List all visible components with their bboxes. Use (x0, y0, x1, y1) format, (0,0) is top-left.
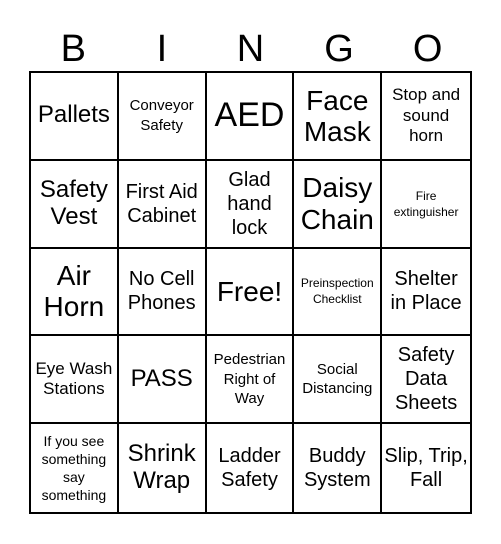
bingo-cell-label: Shrink Wrap (127, 440, 196, 495)
bingo-card: Pallets Conveyor Safety AED Face Mask Stop a… (29, 71, 472, 514)
bingo-cell-label: Face Mask (303, 84, 371, 147)
bingo-cell-label: Glad hand lock (227, 168, 272, 239)
bingo-cell[interactable]: Safety Data Sheets (382, 336, 470, 425)
bingo-cell-label: Daisy Chain (300, 172, 374, 235)
bingo-cell-label: Social Distancing (302, 360, 373, 398)
bingo-cell-label: Safety Vest (39, 175, 108, 230)
bingo-cell-label: Slip, Trip, Fall (384, 445, 468, 492)
bingo-cell[interactable]: Pallets (31, 73, 119, 161)
bingo-cell[interactable]: Ladder Safety (207, 424, 295, 512)
bingo-cell[interactable]: Face Mask (294, 73, 383, 161)
bingo-cell[interactable]: First Aid Cabinet (118, 160, 207, 249)
bingo-cell-label: Conveyor Safety (129, 97, 194, 134)
bingo-cell[interactable]: Shelter in Place (382, 249, 470, 337)
bingo-cell[interactable]: PASS (118, 336, 207, 425)
bingo-cell[interactable]: Preinspection Checklist (294, 248, 383, 337)
bingo-cell[interactable]: Eye Wash Stations (31, 336, 119, 425)
bingo-cell-label: Ladder Safety (218, 445, 281, 492)
bingo-cell-label: First Aid Cabinet (125, 180, 198, 227)
bingo-cell[interactable]: Shrink Wrap (119, 424, 207, 512)
bingo-cell[interactable]: No Cell Phones (118, 248, 207, 337)
bingo-cell[interactable]: Fire extinguisher (382, 161, 470, 249)
bingo-cell-label: Stop and sound horn (392, 85, 461, 146)
header-letter-n: N (236, 28, 265, 70)
bingo-cell-label: Fire extinguisher (393, 188, 459, 219)
bingo-cell[interactable]: Pedestrian Right of Way (206, 336, 295, 425)
header-letter-b: B (60, 28, 86, 70)
bingo-cell[interactable]: Social Distancing (294, 336, 383, 425)
bingo-cell-label: Safety Data Sheets (394, 344, 458, 415)
bingo-cell-label: Buddy System (303, 445, 371, 492)
header-letter-i: I (156, 28, 168, 70)
bingo-cell-label: Pallets (37, 101, 110, 129)
bingo-header: B I N G O (29, 28, 472, 70)
bingo-cell[interactable]: Air Horn (31, 248, 119, 337)
bingo-cell[interactable]: If you see something say something (31, 424, 119, 512)
bingo-cell[interactable]: Slip, Trip, Fall (382, 424, 470, 512)
bingo-cell-label: AED (214, 96, 285, 135)
bingo-cell-label: Eye Wash Stations (35, 358, 113, 399)
bingo-cell-label: PASS (130, 364, 193, 392)
bingo-cell[interactable]: Conveyor Safety (118, 73, 207, 161)
bingo-cell[interactable]: Safety Vest (31, 160, 119, 249)
bingo-cell[interactable]: Glad hand lock (206, 160, 295, 249)
header-letter-g: G (324, 28, 354, 70)
bingo-cell[interactable]: Daisy Chain (294, 160, 383, 249)
header-letter-o: O (412, 28, 443, 70)
bingo-cell[interactable]: Stop and sound horn (382, 73, 470, 161)
free-space-cell[interactable]: Free! (206, 248, 295, 337)
bingo-cell-label: Shelter in Place (390, 268, 462, 315)
bingo-cell-label: Preinspection Checklist (300, 276, 374, 307)
bingo-cell-label: Free! (216, 275, 283, 307)
bingo-cell-label: Air Horn (43, 260, 105, 323)
bingo-cell-label: No Cell Phones (127, 268, 196, 315)
bingo-cell-label: If you see something say something (41, 432, 107, 504)
bingo-cell[interactable]: AED (206, 73, 295, 161)
bingo-cell-label: Pedestrian Right of Way (213, 351, 286, 408)
bingo-cell[interactable]: Buddy System (294, 424, 383, 512)
